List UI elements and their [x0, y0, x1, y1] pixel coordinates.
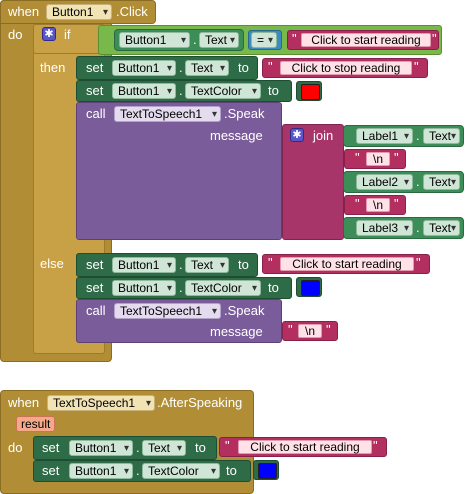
- color-swatch[interactable]: [301, 280, 320, 296]
- when-label: when: [8, 4, 40, 19]
- event-name: .Click: [116, 4, 148, 19]
- component-dropdown[interactable]: TextToSpeech1: [47, 395, 155, 411]
- else-label: else: [40, 256, 64, 271]
- method-name: .Speak: [224, 106, 265, 121]
- set-property-dropdown[interactable]: Text: [185, 60, 229, 76]
- join-label: join: [313, 128, 334, 143]
- color-blue-block[interactable]: [296, 277, 322, 297]
- then-label: then: [40, 60, 66, 75]
- call-component-dropdown[interactable]: TextToSpeech1: [114, 106, 221, 122]
- event-name: .AfterSpeaking: [157, 395, 243, 410]
- color-red-block[interactable]: [296, 81, 322, 101]
- color-swatch[interactable]: [301, 84, 320, 100]
- message-param: message: [210, 128, 263, 143]
- text-value[interactable]: Click to stop reading: [280, 61, 412, 75]
- dot: .: [193, 32, 197, 47]
- param-result[interactable]: result: [16, 416, 56, 432]
- mutator-gear-icon[interactable]: ✱: [290, 128, 304, 142]
- component-dropdown[interactable]: Button1: [46, 4, 112, 20]
- operator-dropdown[interactable]: =: [251, 32, 277, 48]
- call-texttospeech1-speak[interactable]: [76, 102, 282, 240]
- if-label: if: [64, 27, 71, 42]
- do-label: do: [8, 27, 23, 42]
- cond-component-dropdown[interactable]: Button1: [119, 32, 190, 48]
- color-blue-block[interactable]: [253, 460, 279, 480]
- mutator-gear-icon[interactable]: ✱: [42, 27, 56, 41]
- text-value[interactable]: Click to start reading: [301, 33, 431, 47]
- set-component-dropdown[interactable]: Button1: [112, 60, 176, 76]
- color-swatch[interactable]: [258, 463, 277, 479]
- cond-property-dropdown[interactable]: Text: [199, 32, 239, 48]
